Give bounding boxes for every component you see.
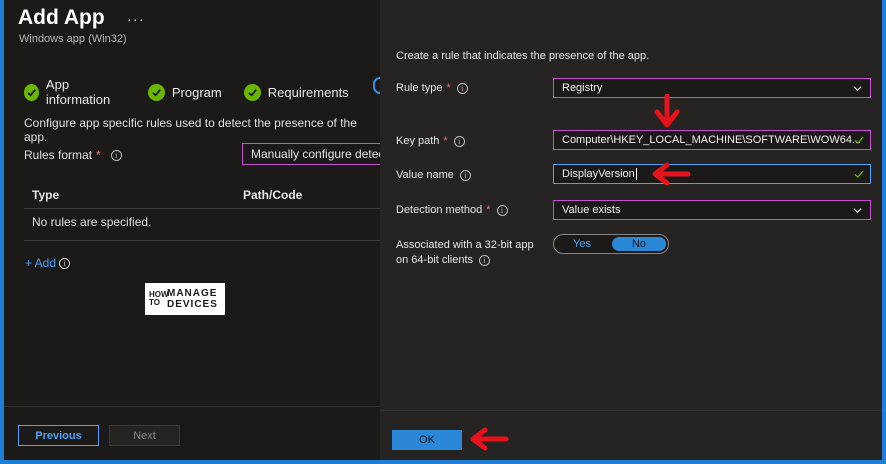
chevron-down-icon: [853, 86, 862, 92]
column-path-code[interactable]: Path/Code: [243, 188, 302, 202]
valid-check-icon: [854, 136, 864, 144]
add-rule-link[interactable]: + Add i: [25, 256, 71, 270]
value-name-input[interactable]: DisplayVersion: [553, 164, 871, 184]
info-icon[interactable]: i: [110, 149, 122, 161]
title-row: Add App ···: [18, 6, 145, 30]
previous-button[interactable]: Previous: [18, 425, 99, 446]
check-icon: [147, 83, 165, 101]
required-marker: *: [446, 82, 451, 94]
logo-how-to: HOW TO: [149, 290, 169, 307]
more-options-icon[interactable]: ···: [127, 11, 145, 28]
rules-format-dropdown[interactable]: Manually configure detection rules: [242, 143, 402, 165]
required-marker: *: [486, 204, 491, 216]
value-name-text: Value name: [396, 169, 454, 181]
step-requirements[interactable]: Requirements: [243, 77, 349, 107]
step-label: App information: [45, 77, 111, 107]
rule-type-dropdown[interactable]: Registry: [553, 78, 871, 98]
key-path-value: Computer\HKEY_LOCAL_MACHINE\SOFTWARE\WOW…: [562, 134, 862, 146]
key-path-text: Key path: [396, 135, 440, 147]
page-title: Add App: [18, 6, 105, 29]
add-rule-text[interactable]: + Add: [25, 256, 56, 270]
step-detection-rules-icon[interactable]: [372, 77, 380, 94]
empty-rules-text: No rules are specified.: [32, 215, 152, 229]
info-icon[interactable]: i: [456, 82, 468, 94]
annotation-arrow-left-icon: [652, 162, 691, 186]
associated-32bit-line2: on 64-bit clients: [396, 254, 474, 266]
key-path-label: Key path * i: [396, 135, 465, 147]
step-program[interactable]: Program: [147, 77, 222, 107]
associated-32bit-line1: Associated with a 32-bit app: [396, 239, 534, 251]
rules-table-header: Type Path/Code: [24, 179, 380, 209]
detection-method-dropdown[interactable]: Value exists: [553, 200, 871, 220]
toggle-no-option[interactable]: No: [612, 237, 666, 251]
info-icon[interactable]: i: [479, 255, 491, 266]
info-icon[interactable]: i: [496, 204, 508, 216]
info-icon[interactable]: i: [453, 135, 465, 147]
step-label: Requirements: [267, 84, 349, 100]
logo-devices: DEVICES: [167, 299, 218, 310]
logo-manage: MANAGE: [167, 288, 218, 299]
info-icon[interactable]: i: [59, 257, 71, 269]
panel-intro: Create a rule that indicates the presenc…: [396, 50, 650, 62]
annotation-arrow-down-icon: [654, 94, 680, 128]
page-subtitle: Windows app (Win32): [19, 33, 127, 45]
step-app-information[interactable]: App information: [24, 77, 126, 107]
rules-format-text: Rules format: [24, 148, 93, 162]
step-label: Program: [171, 84, 222, 100]
detection-method-text: Detection method: [396, 204, 483, 216]
rule-type-label: Rule type * i: [396, 82, 468, 94]
chevron-down-icon: [853, 208, 862, 214]
app-frame: Add App ··· Windows app (Win32) App info…: [4, 0, 882, 460]
required-marker: *: [96, 148, 101, 162]
add-app-page: Add App ··· Windows app (Win32) App info…: [4, 0, 402, 460]
howto-manage-devices-logo: HOW TO MANAGE DEVICES: [145, 283, 225, 315]
check-icon: [24, 83, 39, 101]
ok-button[interactable]: OK: [392, 430, 462, 450]
column-type[interactable]: Type: [32, 188, 59, 202]
rules-format-label: Rules format * i: [24, 148, 122, 162]
required-marker: *: [443, 135, 448, 147]
annotation-arrow-left-icon: [470, 427, 509, 451]
detection-method-label: Detection method * i: [396, 204, 508, 216]
table-row: No rules are specified.: [24, 209, 380, 241]
value-name-value: DisplayVersion: [562, 168, 635, 180]
detection-description: Configure app specific rules used to det…: [24, 116, 357, 144]
rule-type-text: Rule type: [396, 82, 443, 94]
valid-check-icon: [854, 170, 864, 178]
detection-rule-panel: Create a rule that indicates the presenc…: [380, 0, 882, 460]
value-name-label: Value name i: [396, 169, 471, 181]
detection-method-value: Value exists: [562, 204, 621, 216]
rule-type-value: Registry: [562, 82, 603, 94]
associated-32bit-toggle[interactable]: Yes No: [553, 234, 669, 254]
info-icon[interactable]: i: [459, 169, 471, 181]
toggle-yes-option[interactable]: Yes: [562, 238, 602, 250]
next-button[interactable]: Next: [109, 425, 180, 446]
associated-32bit-label: Associated with a 32-bit app on 64-bit c…: [396, 238, 534, 268]
key-path-input[interactable]: Computer\HKEY_LOCAL_MACHINE\SOFTWARE\WOW…: [553, 130, 871, 150]
text-caret: [635, 168, 637, 181]
check-icon: [243, 83, 261, 101]
wizard-steps: App information Program Requirements: [24, 77, 380, 107]
